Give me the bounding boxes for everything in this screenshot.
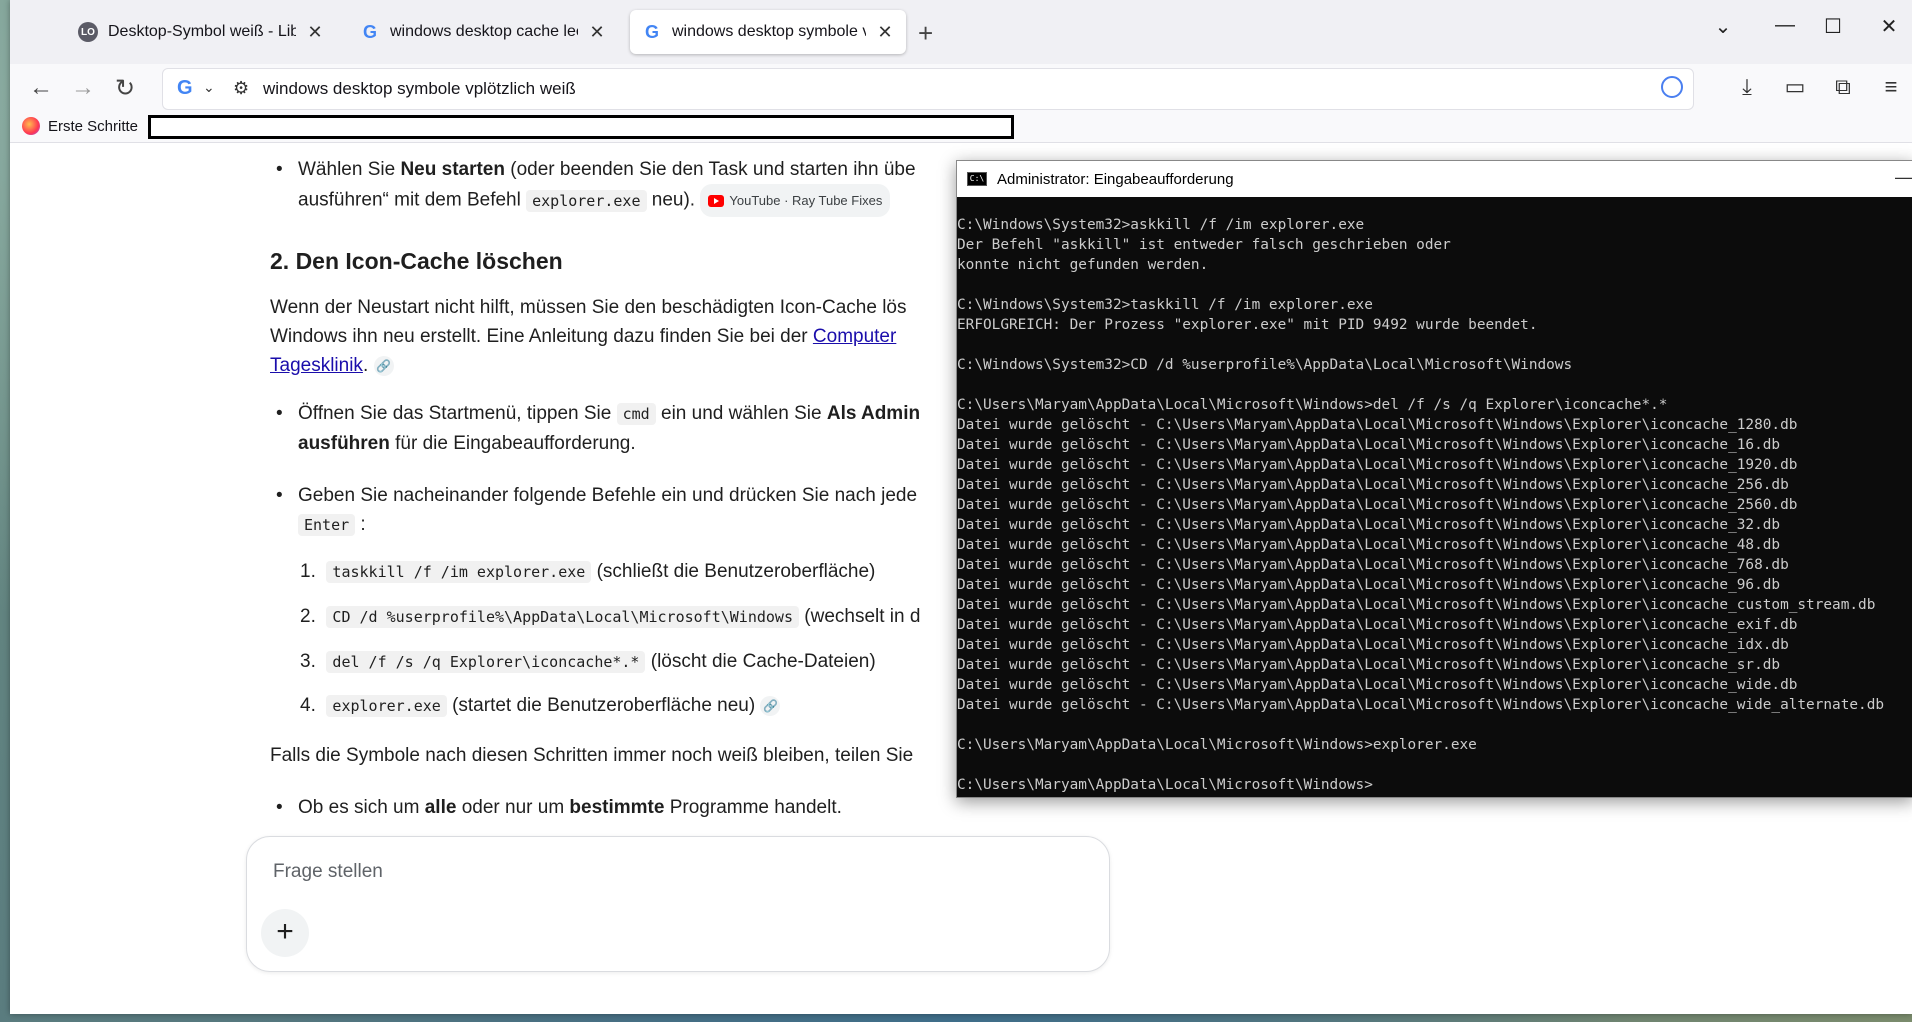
link-tagesklinik[interactable]: Tagesklinik xyxy=(270,355,363,376)
console-output[interactable]: C:\Windows\System32>askkill /f /im explo… xyxy=(957,197,1912,795)
inline-code: Enter xyxy=(298,514,356,536)
reload-icon[interactable]: ↻ xyxy=(110,74,140,103)
tab-cache-leeren[interactable]: G windows desktop cache leeren · ✕ xyxy=(348,10,618,54)
close-window-button[interactable]: ✕ xyxy=(1874,14,1904,39)
link-icon[interactable]: 🔗 xyxy=(760,695,781,716)
console-line: Datei wurde gelöscht - C:\Users\Maryam\A… xyxy=(957,697,1885,713)
section-heading: 2. Den Icon-Cache löschen xyxy=(270,248,563,274)
redacted-bookmarks-box xyxy=(148,115,1014,139)
tab-label: Desktop-Symbol weiß - LibreOf xyxy=(108,23,296,40)
console-line: C:\Windows\System32>askkill /f /im explo… xyxy=(957,217,1365,233)
tab-label: windows desktop symbole vplöt xyxy=(672,23,866,40)
cmd-icon: C:\ xyxy=(967,172,987,186)
console-line: Datei wurde gelöscht - C:\Users\Maryam\A… xyxy=(957,637,1789,653)
link-icon[interactable]: 🔗 xyxy=(373,355,394,376)
ask-input[interactable]: Frage stellen xyxy=(273,861,383,883)
cmd-titlebar[interactable]: C:\ Administrator: Eingabeaufforderung — xyxy=(957,161,1912,197)
tab-active-symbole[interactable]: G windows desktop symbole vplöt ✕ xyxy=(630,10,906,54)
close-tab-icon[interactable]: ✕ xyxy=(876,22,894,43)
bookmark-erste-schritte[interactable]: Erste Schritte xyxy=(22,117,138,135)
console-line: Datei wurde gelöscht - C:\Users\Maryam\A… xyxy=(957,657,1781,673)
link-computer-tagesklinik[interactable]: Computer xyxy=(813,326,896,347)
console-line: C:\Windows\System32>taskkill /f /im expl… xyxy=(957,297,1373,313)
extensions-icon[interactable]: ⧉ xyxy=(1828,74,1858,100)
ask-question-box[interactable]: Frage stellen + xyxy=(246,836,1110,972)
chevron-down-icon[interactable]: ⌄ xyxy=(203,79,215,96)
console-line: konnte nicht gefunden werden. xyxy=(957,257,1209,273)
navigation-bar: ← → ↻ G ⌄ ⚙ windows desktop symbole vplö… xyxy=(10,64,1912,112)
youtube-icon xyxy=(708,194,725,207)
console-line: Der Befehl "askkill" ist entweder falsch… xyxy=(957,237,1451,253)
forward-arrow-icon[interactable]: → xyxy=(68,74,98,102)
new-tab-button[interactable]: + xyxy=(918,18,933,49)
console-line: Datei wurde gelöscht - C:\Users\Maryam\A… xyxy=(957,517,1781,533)
source-chip-youtube[interactable]: YouTube · Ray Tube Fixes xyxy=(700,184,891,217)
console-line: Datei wurde gelöscht - C:\Users\Maryam\A… xyxy=(957,577,1781,593)
download-icon[interactable]: ⤓ xyxy=(1732,74,1762,100)
google-icon: G xyxy=(362,21,377,42)
console-line: C:\Users\Maryam\AppData\Local\Microsoft\… xyxy=(957,397,1668,413)
tab-bar: LO Desktop-Symbol weiß - LibreOf ✕ G win… xyxy=(10,0,1912,64)
inline-code: cmd xyxy=(616,403,656,425)
console-line: Datei wurde gelöscht - C:\Users\Maryam\A… xyxy=(957,437,1781,453)
menu-hamburger-icon[interactable]: ≡ xyxy=(1876,74,1906,100)
console-line: Datei wurde gelöscht - C:\Users\Maryam\A… xyxy=(957,457,1798,473)
site-settings-icon[interactable]: ⚙ xyxy=(233,78,249,99)
sidebar-icon[interactable]: ▭ xyxy=(1780,74,1810,100)
bookmarks-toolbar: Erste Schritte xyxy=(10,112,1912,143)
maximize-button[interactable]: ☐ xyxy=(1818,14,1848,39)
tab-libreoffice[interactable]: LO Desktop-Symbol weiß - LibreOf ✕ xyxy=(66,10,336,54)
console-line: Datei wurde gelöscht - C:\Users\Maryam\A… xyxy=(957,417,1798,433)
tab-label: windows desktop cache leeren · xyxy=(390,23,578,40)
console-line: ERFOLGREICH: Der Prozess "explorer.exe" … xyxy=(957,317,1538,333)
google-icon: G xyxy=(644,21,659,42)
console-line: C:\Users\Maryam\AppData\Local\Microsoft\… xyxy=(957,777,1373,793)
console-line: Datei wurde gelöscht - C:\Users\Maryam\A… xyxy=(957,557,1789,573)
close-tab-icon[interactable]: ✕ xyxy=(588,22,606,43)
close-tab-icon[interactable]: ✕ xyxy=(306,22,324,43)
console-line: C:\Windows\System32>CD /d %userprofile%\… xyxy=(957,357,1573,373)
add-button[interactable]: + xyxy=(261,909,309,957)
console-line: Datei wurde gelöscht - C:\Users\Maryam\A… xyxy=(957,617,1798,633)
inline-code: explorer.exe xyxy=(526,189,647,212)
console-line: Datei wurde gelöscht - C:\Users\Maryam\A… xyxy=(957,497,1798,513)
paragraph: Falls die Symbole nach diesen Schritten … xyxy=(270,745,914,766)
console-line: Datei wurde gelöscht - C:\Users\Maryam\A… xyxy=(957,597,1876,613)
console-line: Datei wurde gelöscht - C:\Users\Maryam\A… xyxy=(957,477,1789,493)
command-prompt-window[interactable]: C:\ Administrator: Eingabeaufforderung —… xyxy=(956,160,1912,798)
minimize-button[interactable]: — xyxy=(1895,167,1912,188)
minimize-button[interactable]: — xyxy=(1770,14,1800,37)
cmd-title: Administrator: Eingabeaufforderung xyxy=(997,170,1234,188)
paragraph: Wenn der Neustart nicht hilft, müssen Si… xyxy=(270,297,907,376)
console-line: Datei wurde gelöscht - C:\Users\Maryam\A… xyxy=(957,537,1781,553)
libreoffice-icon: LO xyxy=(78,22,98,42)
google-search-engine-icon[interactable]: G xyxy=(177,77,193,100)
back-arrow-icon[interactable]: ← xyxy=(26,74,56,102)
bookmark-label: Erste Schritte xyxy=(48,117,139,135)
console-line: C:\Users\Maryam\AppData\Local\Microsoft\… xyxy=(957,737,1477,753)
tab-list-chevron-icon[interactable]: ⌄ xyxy=(1708,14,1738,39)
console-line: Datei wurde gelöscht - C:\Users\Maryam\A… xyxy=(957,677,1798,693)
firefox-icon xyxy=(22,117,40,135)
address-text[interactable]: windows desktop symbole vplötzlich weiß xyxy=(263,79,576,99)
translate-globe-icon[interactable] xyxy=(1661,76,1683,98)
address-bar[interactable]: G ⌄ ⚙ windows desktop symbole vplötzlich… xyxy=(162,68,1694,110)
